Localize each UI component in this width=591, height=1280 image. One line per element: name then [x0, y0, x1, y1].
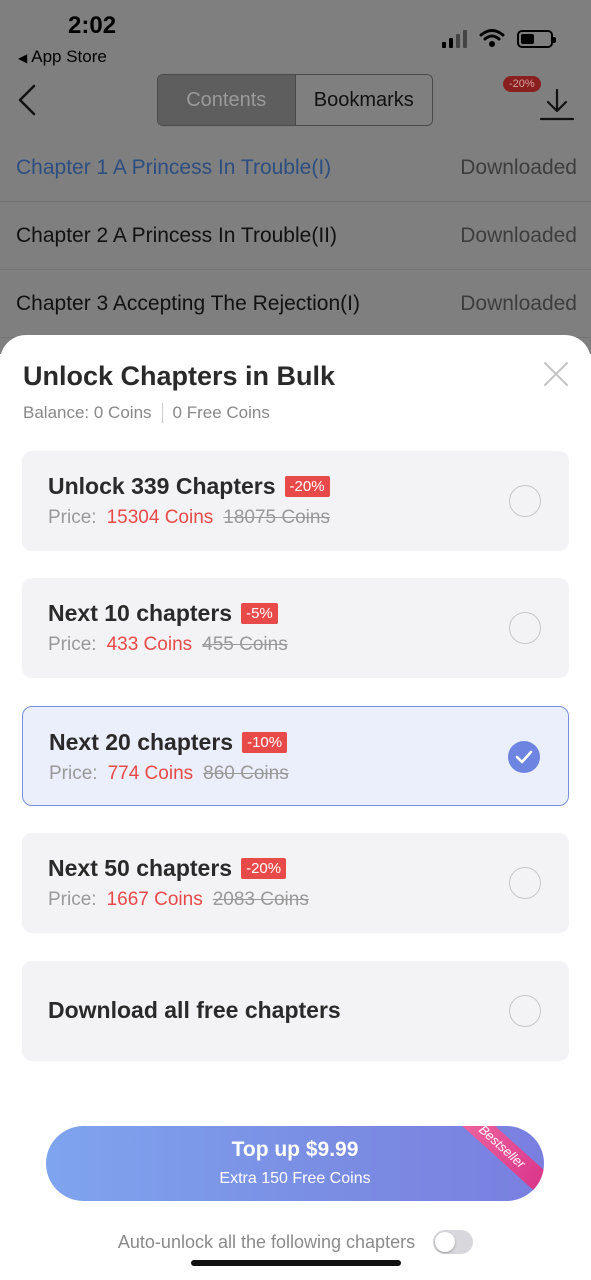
download-free-option[interactable]: Download all free chapters: [22, 961, 569, 1061]
radio-button[interactable]: [509, 995, 541, 1027]
discount-badge: -20%: [241, 858, 287, 879]
chapter-row[interactable]: Chapter 1 A Princess In Trouble(I) Downl…: [0, 134, 591, 202]
price-label: Price:: [49, 763, 98, 784]
unlock-option[interactable]: Unlock 339 Chapters -20% Price: 15304 Co…: [22, 451, 569, 551]
radio-button[interactable]: [509, 612, 541, 644]
header: Contents Bookmarks -20%: [0, 70, 591, 134]
sheet-title: Unlock Chapters in Bulk: [23, 361, 336, 391]
option-title: Next 20 chapters: [49, 729, 234, 755]
price-row: Price: 433 Coins 455 Coins: [48, 634, 288, 656]
divider: [161, 403, 163, 423]
close-icon[interactable]: [543, 361, 569, 387]
current-price: 433 Coins: [106, 634, 193, 655]
option-title-row: Next 10 chapters -5%: [48, 600, 278, 627]
discount-badge: -20%: [503, 76, 541, 92]
option-title: Next 10 chapters: [48, 600, 233, 626]
coin-balance: Balance: 0 Coins: [23, 403, 152, 422]
radio-button[interactable]: [509, 485, 541, 517]
free-coin-balance: 0 Free Coins: [172, 403, 270, 422]
original-price: 18075 Coins: [223, 507, 330, 528]
radio-button[interactable]: [509, 867, 541, 899]
chapter-status: Downloaded: [460, 291, 577, 315]
chapter-list: Chapter 1 A Princess In Trouble(I) Downl…: [0, 134, 591, 354]
discount-badge: -20%: [284, 476, 330, 497]
unlock-option[interactable]: Next 10 chapters -5% Price: 433 Coins 45…: [22, 578, 569, 678]
discount-badge: -10%: [242, 732, 288, 753]
chapter-status: Downloaded: [460, 223, 577, 247]
auto-unlock-toggle[interactable]: [433, 1230, 474, 1254]
option-title-row: Unlock 339 Chapters -20%: [48, 473, 330, 500]
price-row: Price: 774 Coins 860 Coins: [49, 763, 289, 785]
option-title: Download all free chapters: [48, 997, 341, 1023]
chapter-title: Chapter 3 Accepting The Rejection(I): [16, 291, 360, 315]
download-button[interactable]: -20%: [503, 76, 575, 124]
price-label: Price:: [48, 889, 97, 910]
wifi-icon: [479, 29, 505, 47]
chapter-status: Downloaded: [460, 155, 577, 179]
auto-unlock-label: Auto-unlock all the following chapters: [117, 1231, 416, 1252]
original-price: 2083 Coins: [212, 889, 309, 910]
option-title-row: Next 20 chapters -10%: [49, 729, 288, 756]
segmented-control: Contents Bookmarks: [157, 74, 433, 126]
bulk-unlock-sheet: Unlock Chapters in Bulk Balance: 0 Coins…: [0, 335, 591, 1280]
back-to-app-store[interactable]: ◀ App Store: [18, 47, 107, 67]
top-up-button[interactable]: Top up $9.99 Extra 150 Free Coins Bestse…: [46, 1126, 544, 1201]
price-label: Price:: [48, 634, 97, 655]
current-price: 774 Coins: [107, 763, 194, 784]
home-indicator: [191, 1260, 401, 1266]
status-bar: 2:02 ◀ App Store: [0, 0, 591, 70]
price-row: Price: 15304 Coins 18075 Coins: [48, 507, 330, 529]
chapter-row[interactable]: Chapter 3 Accepting The Rejection(I) Dow…: [0, 270, 591, 338]
tab-contents[interactable]: Contents: [158, 75, 295, 125]
back-chevron-icon[interactable]: [16, 84, 40, 116]
signal-icon: [442, 30, 467, 48]
price-row: Price: 1667 Coins 2083 Coins: [48, 889, 309, 911]
auto-unlock-row: Auto-unlock all the following chapters: [0, 1228, 591, 1256]
clock: 2:02: [68, 12, 117, 39]
back-triangle-icon: ◀: [18, 51, 28, 65]
tab-bookmarks[interactable]: Bookmarks: [294, 75, 432, 125]
chapter-title: Chapter 1 A Princess In Trouble(I): [16, 155, 332, 179]
unlock-option[interactable]: Next 50 chapters -20% Price: 1667 Coins …: [22, 833, 569, 933]
option-title: Next 50 chapters: [48, 855, 233, 881]
unlock-option-selected[interactable]: Next 20 chapters -10% Price: 774 Coins 8…: [22, 706, 569, 806]
option-title: Unlock 339 Chapters: [48, 473, 276, 499]
balance-info: Balance: 0 Coins 0 Free Coins: [23, 403, 270, 423]
back-app-label: App Store: [31, 47, 107, 66]
original-price: 860 Coins: [203, 763, 289, 784]
top-up-label: Top up $9.99: [231, 1138, 359, 1161]
status-icons: [442, 28, 556, 48]
discount-badge: -5%: [241, 603, 278, 624]
checkmark-icon: [515, 750, 533, 764]
download-icon: [539, 88, 575, 121]
chapter-row[interactable]: Chapter 2 A Princess In Trouble(II) Down…: [0, 202, 591, 270]
radio-button-checked[interactable]: [508, 741, 540, 773]
original-price: 455 Coins: [202, 634, 288, 655]
option-title-row: Next 50 chapters -20%: [48, 855, 287, 882]
chapter-title: Chapter 2 A Princess In Trouble(II): [16, 223, 337, 247]
price-label: Price:: [48, 507, 97, 528]
current-price: 15304 Coins: [106, 507, 214, 528]
top-up-bonus: Extra 150 Free Coins: [219, 1170, 371, 1187]
toggle-knob: [435, 1232, 456, 1252]
battery-icon: [517, 30, 556, 48]
current-price: 1667 Coins: [106, 889, 203, 910]
